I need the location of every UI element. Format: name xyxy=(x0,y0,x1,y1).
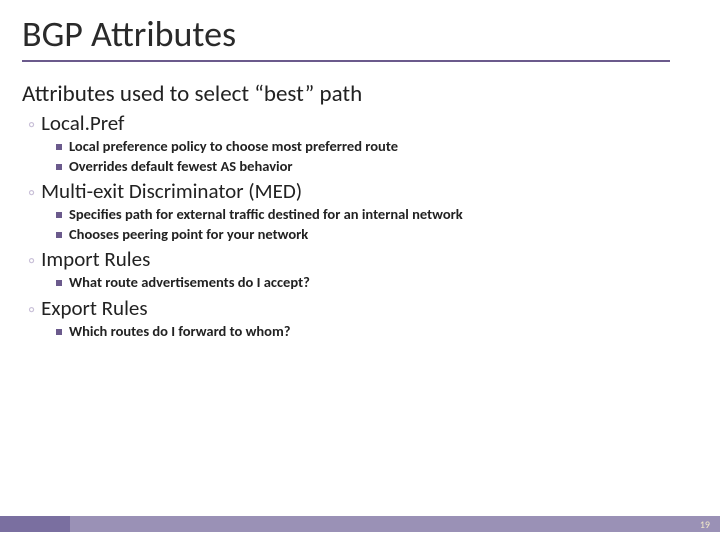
footer-bar xyxy=(0,516,720,532)
square-bullet-icon xyxy=(56,329,62,335)
subtitle: Attributes used to select “best” path xyxy=(22,80,698,108)
footer-accent xyxy=(0,516,70,532)
section-title: Local.Pref xyxy=(41,110,124,136)
section-med: ◦ Multi-exit Discriminator (MED) Specifi… xyxy=(22,178,698,244)
bullet-list: What route advertisements do I accept? xyxy=(56,273,698,293)
section-title: Multi-exit Discriminator (MED) xyxy=(41,178,302,204)
section-title: Import Rules xyxy=(41,246,150,272)
title-underline xyxy=(22,60,670,62)
section-heading: ◦ Multi-exit Discriminator (MED) xyxy=(22,178,698,204)
slide-title: BGP Attributes xyxy=(0,0,720,60)
bullet-item: Overrides default fewest AS behavior xyxy=(56,157,698,177)
ring-bullet-icon: ◦ xyxy=(28,183,35,203)
bullet-item: What route advertisements do I accept? xyxy=(56,273,698,293)
bullet-list: Local preference policy to choose most p… xyxy=(56,137,698,176)
section-heading: ◦ Export Rules xyxy=(22,295,698,321)
section-title: Export Rules xyxy=(41,295,147,321)
ring-bullet-icon: ◦ xyxy=(28,115,35,135)
section-export: ◦ Export Rules Which routes do I forward… xyxy=(22,295,698,342)
bullet-item: Specifies path for external traffic dest… xyxy=(56,205,698,225)
bullet-text: Local preference policy to choose most p… xyxy=(69,137,398,157)
slide: BGP Attributes Attributes used to select… xyxy=(0,0,720,540)
square-bullet-icon xyxy=(56,164,62,170)
content-area: Attributes used to select “best” path ◦ … xyxy=(0,80,720,341)
bullet-list: Which routes do I forward to whom? xyxy=(56,322,698,342)
section-heading: ◦ Local.Pref xyxy=(22,110,698,136)
section-localpref: ◦ Local.Pref Local preference policy to … xyxy=(22,110,698,176)
square-bullet-icon xyxy=(56,232,62,238)
square-bullet-icon xyxy=(56,144,62,150)
ring-bullet-icon: ◦ xyxy=(28,251,35,271)
bullet-text: Chooses peering point for your network xyxy=(69,225,308,245)
bullet-list: Specifies path for external traffic dest… xyxy=(56,205,698,244)
section-heading: ◦ Import Rules xyxy=(22,246,698,272)
bullet-text: Overrides default fewest AS behavior xyxy=(69,157,293,177)
page-number: 19 xyxy=(700,518,710,531)
bullet-text: What route advertisements do I accept? xyxy=(69,273,310,293)
bullet-item: Which routes do I forward to whom? xyxy=(56,322,698,342)
ring-bullet-icon: ◦ xyxy=(28,300,35,320)
square-bullet-icon xyxy=(56,280,62,286)
section-import: ◦ Import Rules What route advertisements… xyxy=(22,246,698,293)
bullet-text: Which routes do I forward to whom? xyxy=(69,322,290,342)
bullet-text: Specifies path for external traffic dest… xyxy=(69,205,463,225)
bullet-item: Local preference policy to choose most p… xyxy=(56,137,698,157)
bullet-item: Chooses peering point for your network xyxy=(56,225,698,245)
square-bullet-icon xyxy=(56,212,62,218)
